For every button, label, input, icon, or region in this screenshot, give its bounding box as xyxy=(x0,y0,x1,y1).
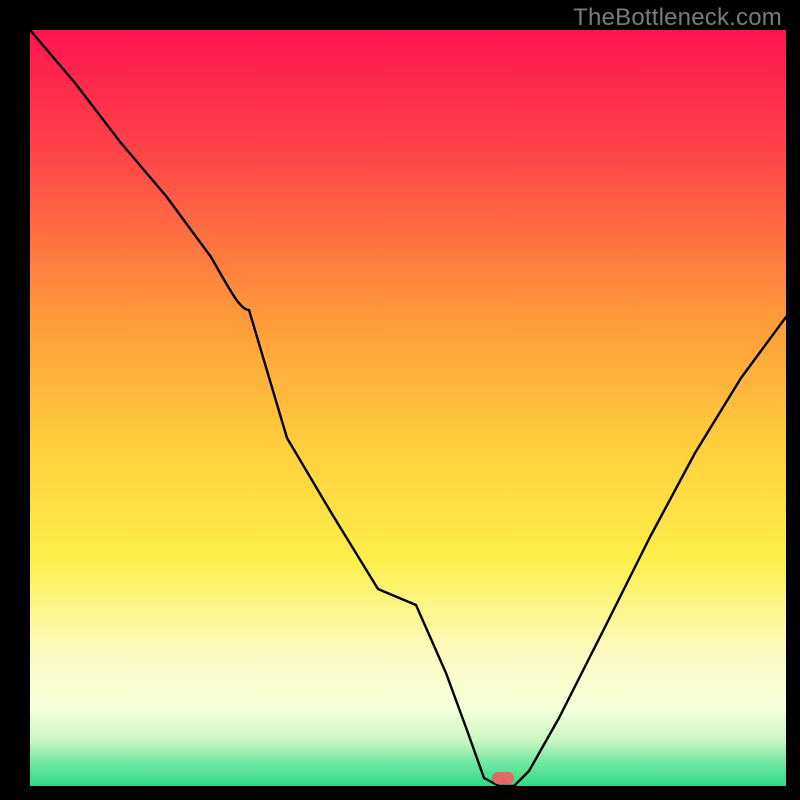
chart-svg xyxy=(30,30,786,786)
plot-area xyxy=(30,30,786,786)
chart-frame: TheBottleneck.com xyxy=(0,0,800,800)
optimal-marker xyxy=(492,772,514,784)
watermark-text: TheBottleneck.com xyxy=(573,4,782,32)
gradient-background xyxy=(30,30,786,786)
